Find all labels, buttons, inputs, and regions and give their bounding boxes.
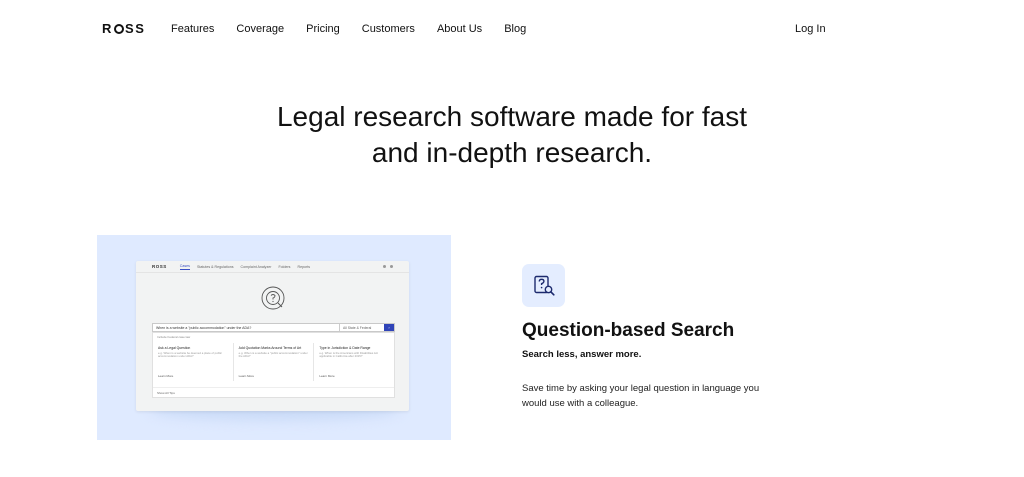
hero-line-2: and in-depth research. (371, 137, 653, 168)
mock-tips-panel: Include Federal case law Ask a Legal Que… (152, 332, 395, 398)
hero-line-1: Legal research software made for fast (276, 101, 747, 132)
nav-link-blog[interactable]: Blog (504, 23, 526, 35)
mock-tip-card: Add Quotation Marks Around Terms of Art … (234, 343, 315, 381)
mock-app-header: ROSS Cases Statutes & Regulations Compla… (136, 261, 409, 273)
top-nav: R SS Features Coverage Pricing Customers … (0, 0, 1024, 58)
ross-logo[interactable]: R SS (102, 21, 146, 36)
mock-tab-complaint: Complaint Analyzer (240, 264, 272, 269)
nav-link-customers[interactable]: Customers (362, 23, 415, 35)
mock-tip-card: Type in Jurisdiction & Date Range e.g. W… (319, 346, 378, 378)
question-search-icon (522, 264, 565, 307)
mock-tab-reports: Reports (297, 264, 311, 269)
nav-link-about-us[interactable]: About Us (437, 23, 482, 35)
mock-show-tips: Show All Tips (153, 387, 394, 398)
nav-link-pricing[interactable]: Pricing (306, 23, 340, 35)
product-screenshot: ROSS Cases Statutes & Regulations Compla… (136, 261, 409, 411)
mock-tip-card: Ask a Legal Question e.g. When is a webs… (153, 343, 234, 381)
mock-search-bar: When is a website a "public accommodatio… (152, 323, 395, 332)
feature-subtitle: Search less, answer more. (522, 349, 642, 360)
mock-jurisdiction-select: All State & Federal (339, 324, 384, 331)
mock-tab-folders: Folders (278, 264, 291, 269)
mock-header-icons (383, 265, 393, 268)
ross-emblem-icon (261, 286, 285, 310)
feature-title: Question-based Search (522, 320, 735, 341)
nav-links: Features Coverage Pricing Customers Abou… (171, 23, 526, 35)
mock-search-button: › (384, 324, 394, 331)
nav-link-coverage[interactable]: Coverage (236, 23, 284, 35)
mock-tab-statutes: Statutes & Regulations (196, 264, 234, 269)
feature-description: Save time by asking your legal question … (522, 383, 760, 409)
hero-heading: Legal research software made for fast an… (0, 99, 1024, 171)
question-magnifier-icon (533, 275, 555, 296)
mock-tab-cases: Cases (179, 263, 190, 270)
login-link[interactable]: Log In (795, 23, 826, 35)
mock-hint: Include Federal case law (157, 335, 191, 339)
mock-logo: ROSS (152, 264, 167, 269)
mock-search-query: When is a website a "public accommodatio… (156, 326, 252, 330)
nav-link-features[interactable]: Features (171, 23, 214, 35)
